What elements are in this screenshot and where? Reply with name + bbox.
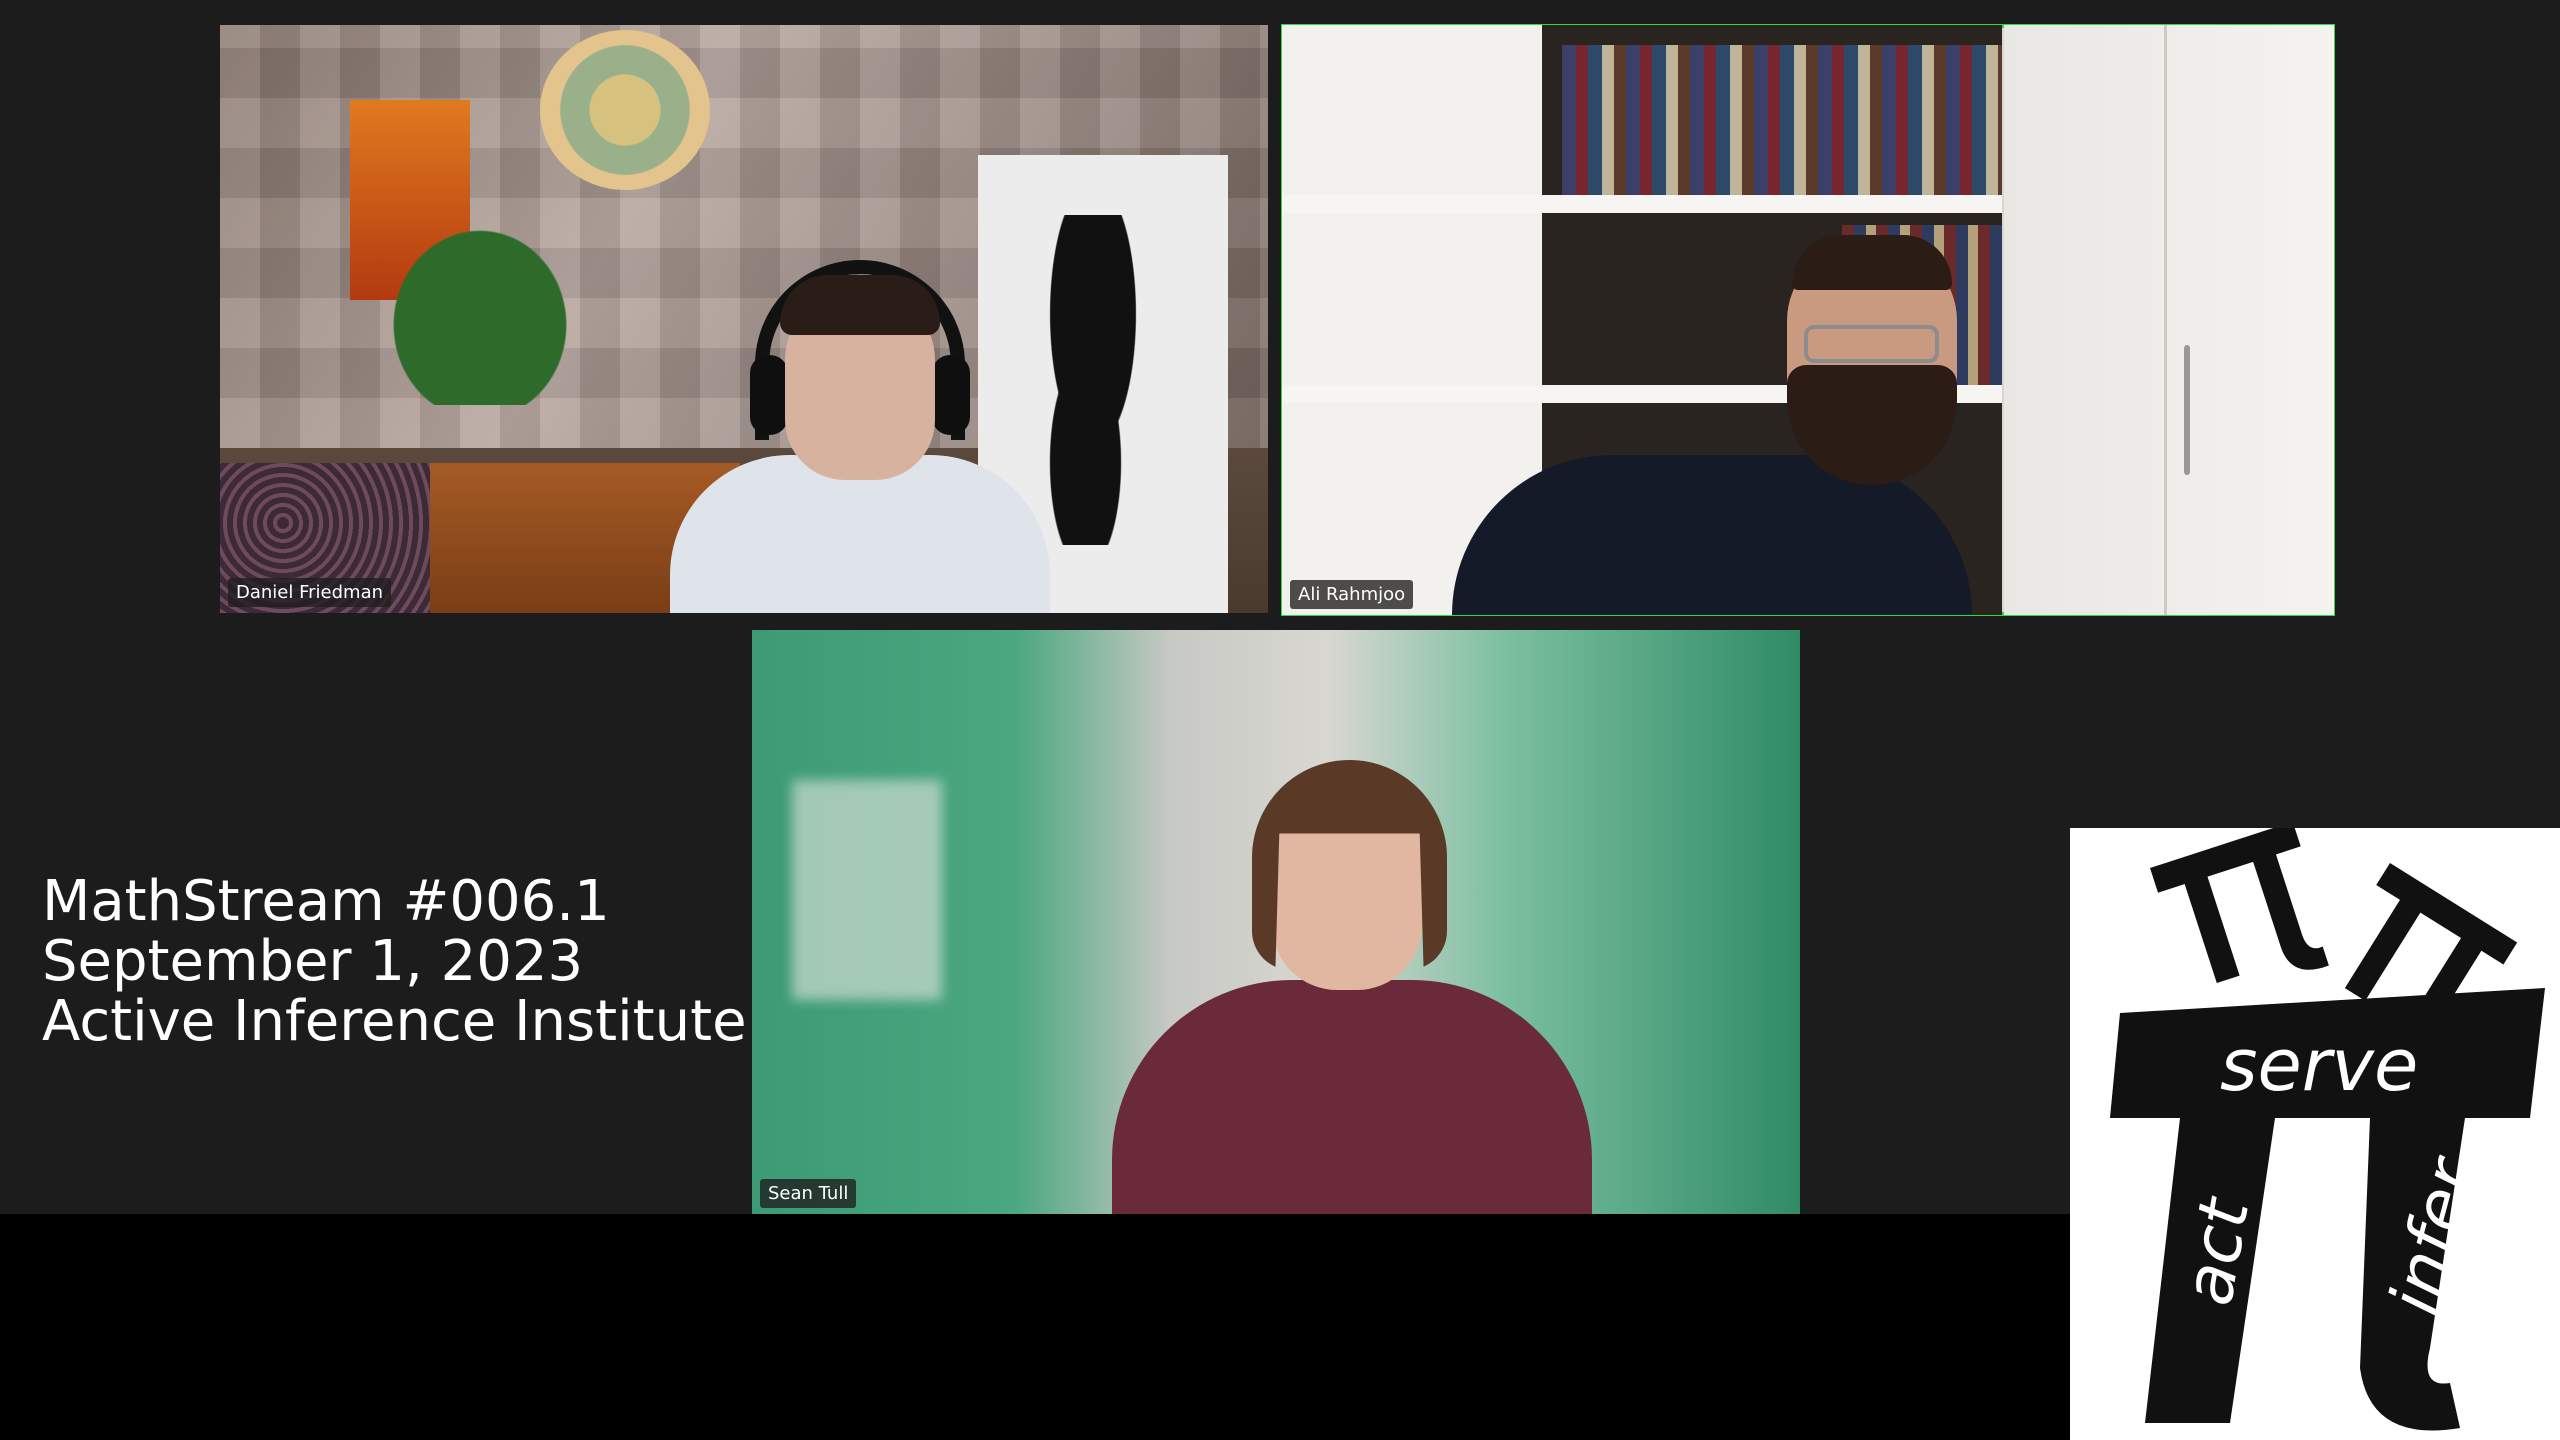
white-cabinet [2004, 25, 2334, 615]
participant-name-label: Daniel Friedman [228, 578, 392, 607]
bottom-band [0, 1214, 2070, 1440]
participant-name-label: Ali Rahmjoo [1290, 580, 1414, 609]
potted-plant [370, 205, 590, 405]
active-inference-logo: serve act infer [2070, 828, 2560, 1440]
shelf-board [1282, 195, 2002, 213]
participant-name-label: Sean Tull [760, 1179, 857, 1208]
participant-video-ali [1432, 225, 1992, 615]
pi-logo-icon: serve act infer [2110, 828, 2545, 1431]
participant-video-daniel [630, 255, 1090, 613]
stream-title: MathStream #006.1 [42, 869, 610, 934]
blurred-background [792, 780, 942, 1000]
stream-date: September 1, 2023 [42, 929, 584, 994]
stream-organization: Active Inference Institute [42, 989, 747, 1054]
stream-caption: MathStream #006.1 September 1, 2023 Acti… [42, 872, 747, 1052]
mandala-artwork [540, 30, 710, 190]
participant-video-sean [1082, 740, 1622, 1214]
logo-word-serve: serve [2220, 1023, 2418, 1107]
book-row [1562, 45, 2002, 195]
video-call-stage: Daniel Friedman Ali Rahmjoo Sean Tull Ma… [0, 0, 2560, 1440]
video-tile-ali-rahmjoo[interactable]: Ali Rahmjoo [1281, 24, 2335, 616]
glasses-icon [1804, 325, 1939, 363]
video-tile-sean-tull[interactable]: Sean Tull [752, 630, 1800, 1214]
video-tile-daniel-friedman[interactable]: Daniel Friedman [220, 25, 1268, 613]
